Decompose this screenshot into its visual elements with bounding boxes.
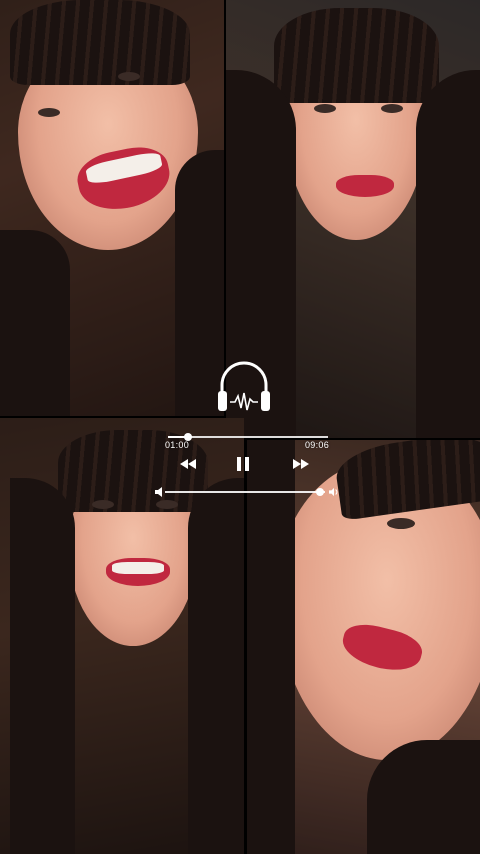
photo-collage [0, 0, 480, 854]
headphones-icon [218, 361, 270, 411]
volume-slider[interactable] [165, 488, 325, 496]
elapsed-time: 01:00 [165, 440, 190, 450]
total-time: 09:06 [305, 440, 330, 450]
volume-control [155, 486, 340, 498]
progress-bar[interactable] [168, 433, 328, 441]
volume-low-icon [155, 487, 162, 497]
rewind-button[interactable] [178, 456, 198, 472]
forward-button[interactable] [291, 456, 311, 472]
photo-top-left [0, 0, 224, 416]
pause-button[interactable] [235, 456, 251, 472]
volume-knob[interactable] [316, 488, 325, 496]
volume-high-icon [329, 487, 338, 497]
photo-bottom-left [0, 418, 244, 854]
photo-bottom-right [247, 440, 480, 854]
rewind-icon [180, 459, 196, 469]
forward-icon [293, 459, 309, 469]
pause-icon [237, 457, 249, 471]
